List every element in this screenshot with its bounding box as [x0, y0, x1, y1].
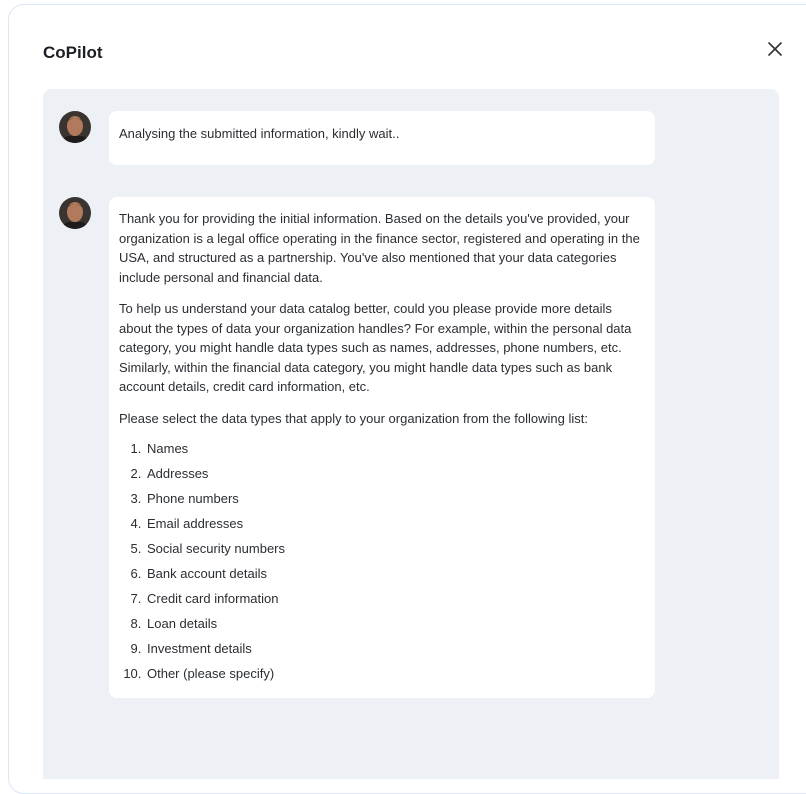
copilot-dialog: CoPilot Analysing the submitted informat… — [8, 4, 806, 794]
list-item: Phone numbers — [145, 486, 641, 511]
dialog-title: CoPilot — [43, 43, 103, 62]
list-item: Email addresses — [145, 511, 641, 536]
message-paragraph: Thank you for providing the initial info… — [119, 211, 640, 285]
close-icon — [768, 42, 782, 56]
message-bubble: Analysing the submitted information, kin… — [109, 111, 655, 165]
list-item: Other (please specify) — [145, 661, 641, 686]
message-text: Analysing the submitted information, kin… — [119, 126, 400, 141]
list-item: Social security numbers — [145, 536, 641, 561]
list-item: Loan details — [145, 611, 641, 636]
avatar — [59, 111, 91, 143]
chat-area[interactable]: Analysing the submitted information, kin… — [43, 89, 779, 779]
list-item: Names — [145, 436, 641, 461]
close-button[interactable] — [765, 39, 785, 59]
list-item: Addresses — [145, 461, 641, 486]
list-item: Credit card information — [145, 586, 641, 611]
avatar — [59, 197, 91, 229]
message-paragraph: Please select the data types that apply … — [119, 410, 588, 426]
list-item: Bank account details — [145, 561, 641, 586]
message-bubble: Thank you for providing the initial info… — [109, 197, 655, 698]
list-item: Investment details — [145, 636, 641, 661]
message-paragraph: To help us understand your data catalog … — [119, 301, 632, 394]
data-type-list: Names Addresses Phone numbers Email addr… — [119, 436, 641, 686]
